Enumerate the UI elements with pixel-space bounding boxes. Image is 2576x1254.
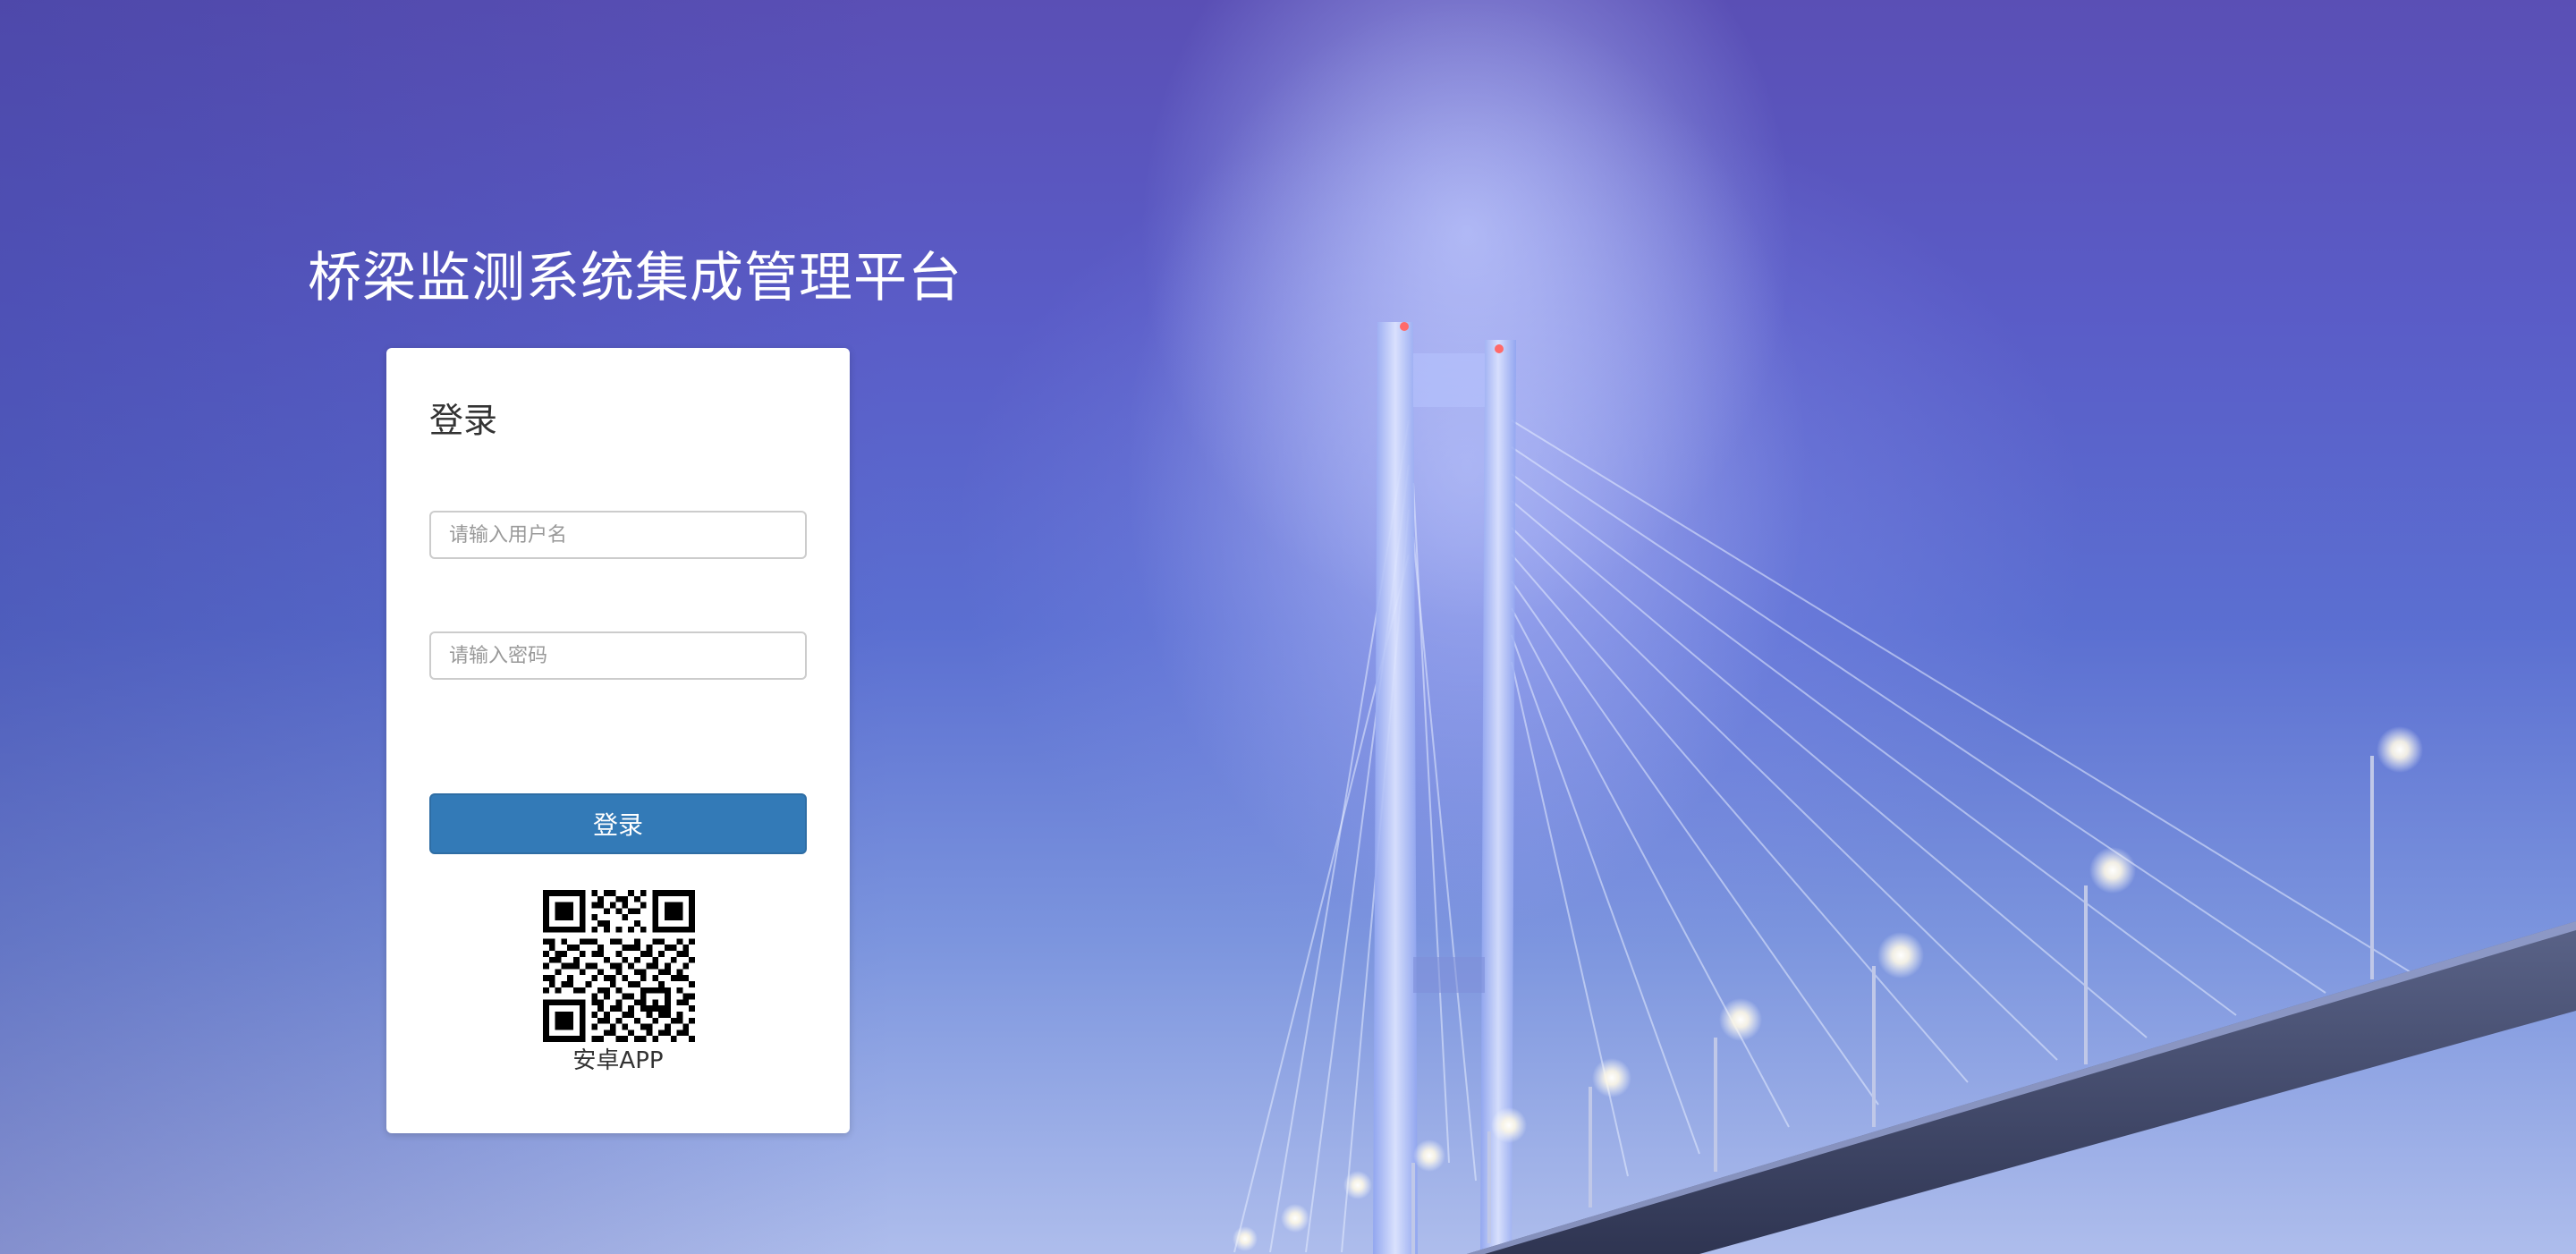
qr-code-icon [543, 890, 695, 1042]
password-input[interactable] [429, 631, 807, 680]
page-title: 桥梁监测系统集成管理平台 [308, 247, 962, 309]
android-app-caption: 安卓APP [572, 1047, 664, 1074]
username-input[interactable] [429, 511, 807, 559]
login-heading: 登录 [429, 401, 498, 440]
login-card: 登录 登录 [386, 348, 850, 1133]
login-button[interactable]: 登录 [429, 793, 807, 854]
